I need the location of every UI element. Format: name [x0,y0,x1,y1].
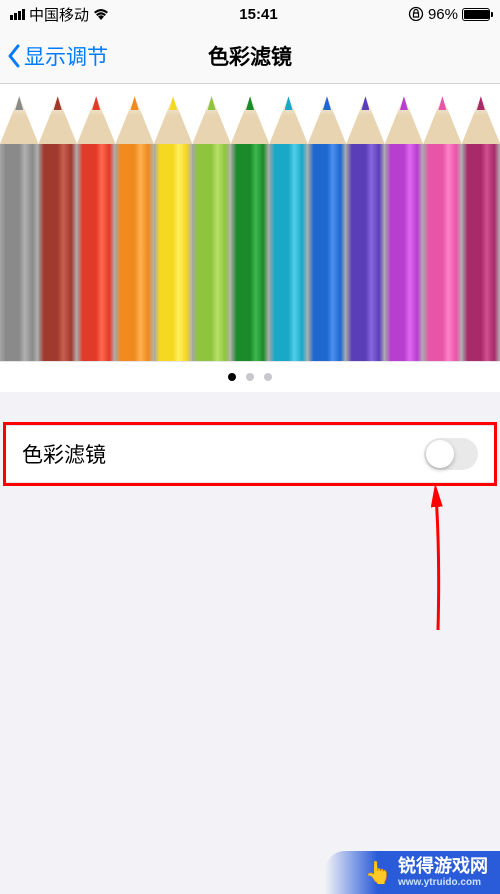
color-filter-switch[interactable] [424,438,478,470]
watermark: 👆 锐得游戏网 www.ytruido.com [325,851,500,894]
status-bar: 中国移动 15:41 96% [0,0,500,28]
pencil [77,84,115,361]
status-right: 96% [408,6,490,23]
pencil [231,84,269,361]
pencil-pager[interactable] [0,84,500,392]
status-time: 15:41 [239,6,277,23]
page-dot[interactable] [246,373,254,381]
back-label: 显示调节 [24,41,108,71]
spacer [0,392,500,422]
pencil [308,84,346,361]
page-indicator[interactable] [0,362,500,392]
carrier-label: 中国移动 [29,4,89,25]
pencil [462,84,500,361]
watermark-url: www.ytruido.com [398,877,488,888]
pencil [385,84,423,361]
battery-pct: 96% [428,6,458,23]
watermark-text: 锐得游戏网 [398,857,488,877]
pencil [346,84,384,361]
wifi-icon [93,8,109,20]
page-dot[interactable] [264,373,272,381]
pencil [192,84,230,361]
nav-bar: 显示调节 色彩滤镜 [0,28,500,84]
switch-knob [426,440,454,468]
highlight-annotation: 色彩滤镜 [3,422,497,486]
chevron-left-icon [6,44,22,68]
cell-label: 色彩滤镜 [22,439,106,469]
battery-icon [462,8,490,21]
pencil [0,84,38,361]
back-button[interactable]: 显示调节 [6,41,108,71]
page-title: 色彩滤镜 [208,41,292,71]
pencil [38,84,76,361]
signal-icon [10,9,25,20]
pencil [269,84,307,361]
orientation-lock-icon [408,6,424,22]
pencil [115,84,153,361]
pencil [423,84,461,361]
pencil [154,84,192,361]
arrow-annotation [418,485,458,640]
pointer-icon: 👆 [365,860,392,886]
page-dot[interactable] [228,373,236,381]
pencils-image [0,84,500,362]
color-filter-cell: 色彩滤镜 [6,425,494,483]
status-left: 中国移动 [10,4,109,25]
